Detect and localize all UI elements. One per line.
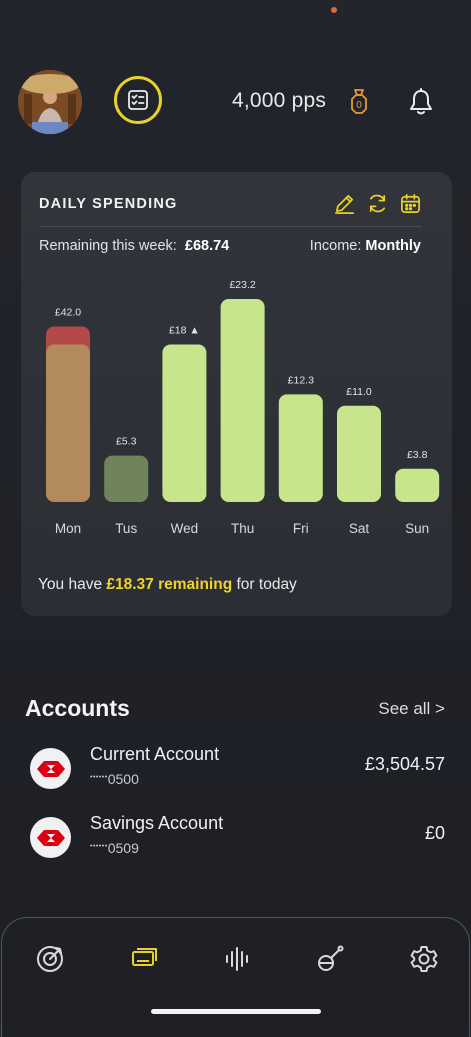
status-indicator-dot: [331, 7, 337, 13]
daily-spending-card: DAILY SPENDING Remaining this week: £68.…: [21, 172, 452, 616]
account-number: ••••••0509: [90, 840, 139, 856]
bar-thu[interactable]: £23.2 Thu: [220, 279, 265, 536]
day-label: Wed: [171, 521, 199, 536]
bar-value-label: £18 ▲: [169, 325, 200, 337]
nav-accounts[interactable]: [129, 944, 159, 974]
today-prefix: You have: [38, 576, 103, 593]
checklist-icon: [128, 90, 148, 110]
nav-settings[interactable]: [409, 944, 439, 974]
badge-count: 0: [356, 100, 362, 111]
bar-mon[interactable]: £42.0 Mon: [46, 307, 90, 537]
bar-fill: [278, 394, 323, 502]
today-remaining-message: You have £18.37 remaining for today: [38, 576, 297, 594]
home-indicator[interactable]: [151, 1009, 321, 1014]
nav-insights[interactable]: [315, 944, 345, 974]
bar-fill: [104, 455, 149, 502]
bar-value-label: £12.3: [288, 374, 314, 386]
points-balance: 4,000 pps: [232, 89, 327, 112]
waveform-icon: [226, 947, 248, 971]
accounts-heading: Accounts: [25, 695, 130, 721]
nav-activity[interactable]: [222, 944, 252, 974]
account-number: ••••••0500: [90, 771, 139, 787]
badge-icon[interactable]: 0: [348, 88, 370, 116]
bar-fill: [220, 299, 265, 502]
target-icon: [37, 946, 63, 972]
bar-tus[interactable]: £5.3 Tus: [104, 436, 149, 536]
day-label: Sun: [405, 521, 429, 536]
bar-fri[interactable]: £12.3 Fri: [278, 374, 323, 536]
cards-icon: [132, 948, 157, 966]
account-name: Current Account: [90, 744, 220, 764]
bar-fill: [162, 344, 207, 502]
bar-sun[interactable]: £3.8 Sun: [395, 449, 440, 536]
daily-spending-chart: £42.0Mon£5.3Tus£18 ▲Wed£23.2Thu£12.3Fri£…: [46, 279, 440, 537]
bank-logo-icon: [30, 817, 71, 858]
insights-icon: [318, 945, 344, 971]
see-all-link[interactable]: See all >: [378, 699, 445, 719]
bar-fill: [337, 405, 381, 502]
account-name: Savings Account: [90, 813, 224, 833]
bar-value-label: £42.0: [55, 307, 81, 319]
bar-sat[interactable]: £11.0 Sat: [337, 386, 381, 536]
account-row-savings[interactable]: Savings Account ••••••0509 £0: [30, 813, 445, 863]
settings-icon: [410, 946, 438, 972]
bar-value-label: £5.3: [116, 436, 137, 448]
today-suffix: for today: [236, 576, 297, 593]
bar-fill: [46, 344, 90, 502]
today-remaining-amount: £18.37 remaining: [106, 576, 233, 593]
bar-value-label: £23.2: [229, 279, 255, 291]
day-label: Fri: [293, 521, 309, 536]
notifications-button[interactable]: [408, 88, 434, 116]
bank-logo-icon: [30, 748, 71, 789]
avatar[interactable]: [18, 70, 82, 134]
day-label: Thu: [231, 521, 254, 536]
nav-goals[interactable]: [35, 944, 65, 974]
day-label: Tus: [115, 521, 137, 536]
day-label: Mon: [55, 521, 81, 536]
account-balance: £3,504.57: [364, 754, 445, 774]
account-row-current[interactable]: Current Account ••••••0500 £3,504.57: [30, 744, 445, 794]
bar-value-label: £3.8: [407, 449, 428, 461]
day-label: Sat: [349, 521, 370, 536]
bar-value-label: £11.0: [346, 386, 372, 398]
bar-fill: [395, 468, 440, 502]
tasks-button[interactable]: [114, 76, 162, 124]
account-balance: £0: [424, 823, 445, 843]
bell-icon: [410, 88, 432, 115]
bar-wed[interactable]: £18 ▲ Wed: [162, 325, 207, 537]
bottom-navigation: [1, 917, 470, 1037]
